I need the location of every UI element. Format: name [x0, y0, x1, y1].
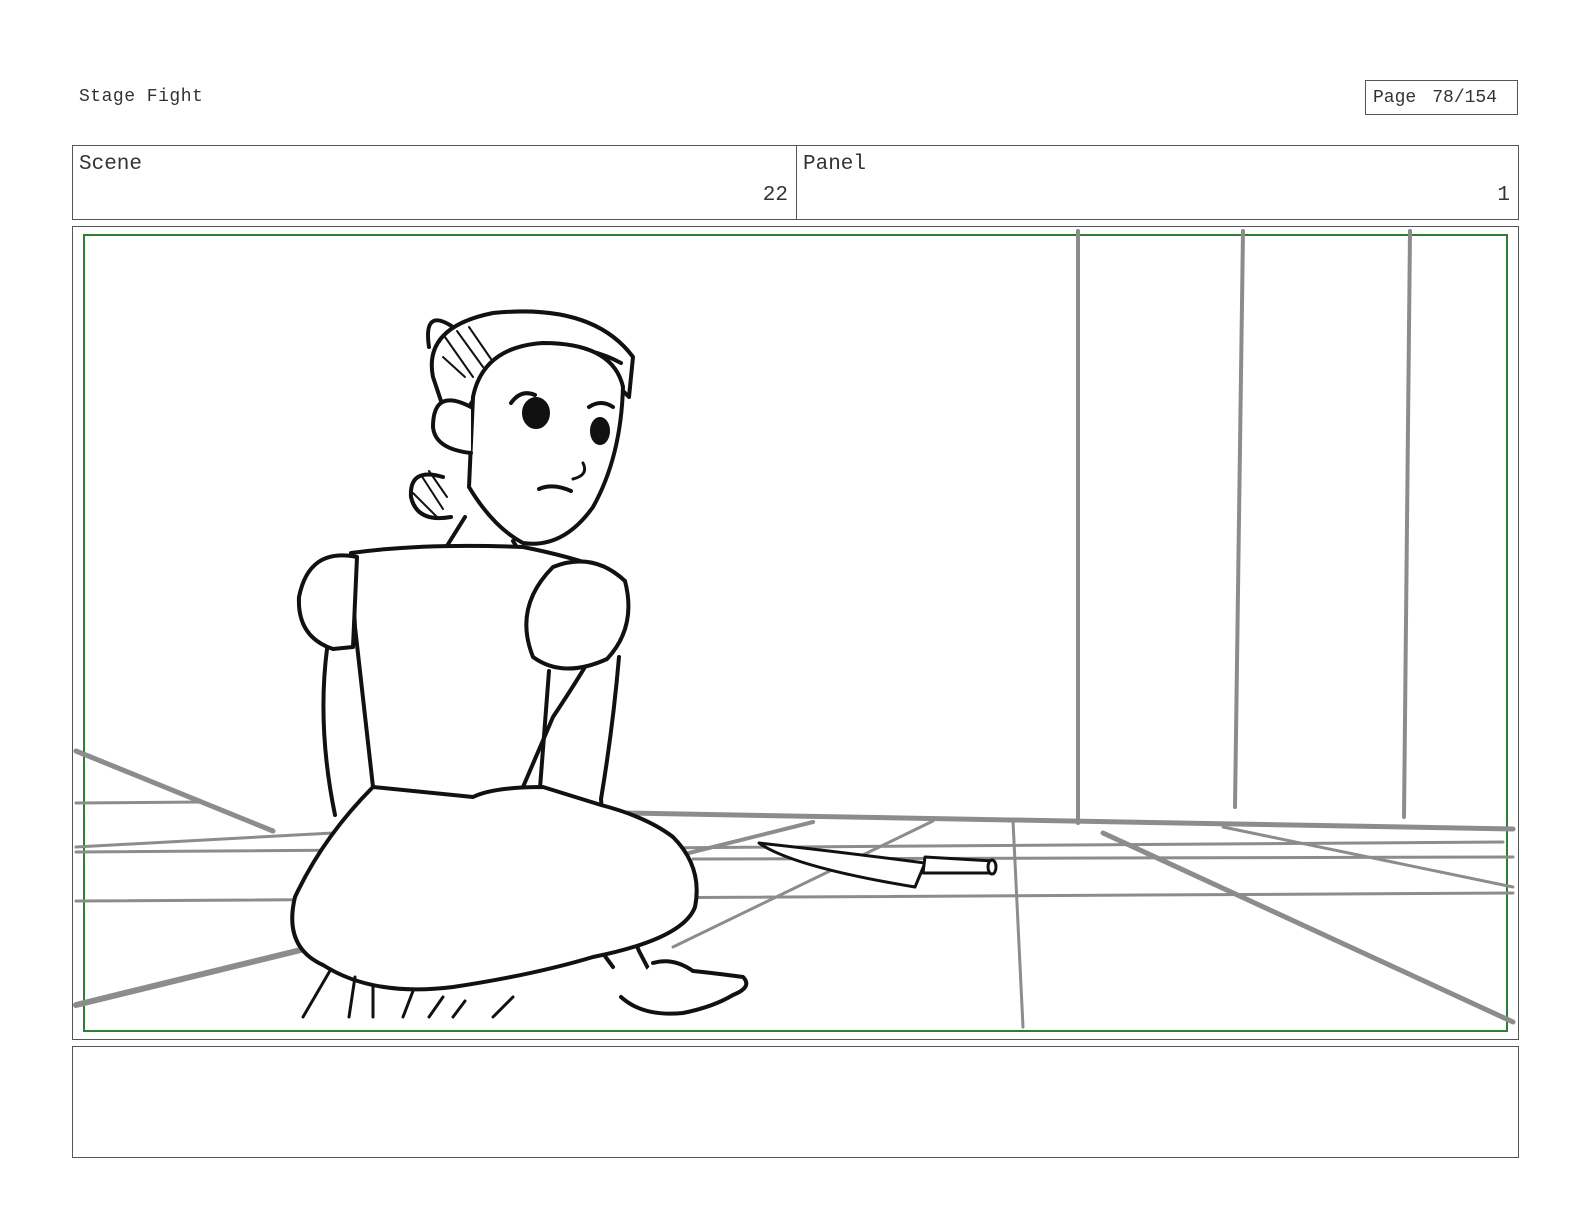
- scene-cell: Scene 22: [73, 146, 797, 219]
- character-drawing: [290, 309, 749, 1019]
- page-counter: Page 78/154: [1365, 80, 1518, 115]
- page-label: Page: [1373, 87, 1417, 108]
- document-title: Stage Fight: [79, 87, 204, 107]
- panel-cell: Panel 1: [797, 146, 1518, 219]
- scene-number: 22: [762, 184, 788, 207]
- knife-drawing: [757, 841, 998, 889]
- page-number: 78/154: [1432, 87, 1498, 108]
- storyboard-sketch: [73, 229, 1516, 1032]
- storyboard-frame: [72, 226, 1519, 1040]
- scene-panel-header: Scene 22 Panel 1: [72, 145, 1519, 220]
- panel-number: 1: [1497, 184, 1510, 207]
- notes-area: [72, 1046, 1519, 1158]
- panel-label: Panel: [803, 153, 867, 176]
- scene-label: Scene: [79, 153, 143, 176]
